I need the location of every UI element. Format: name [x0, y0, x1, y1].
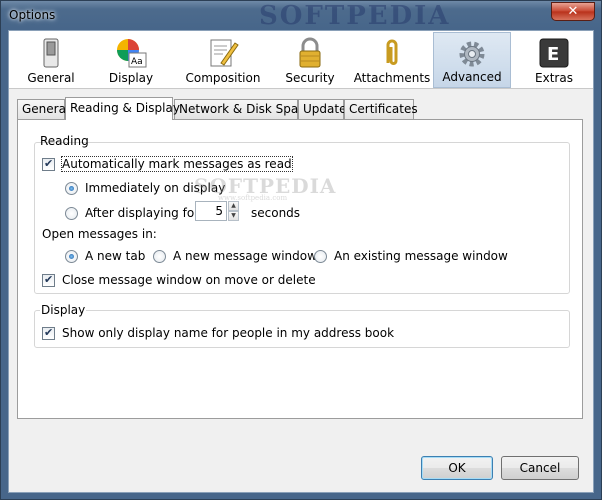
delay-seconds-input[interactable]: 5 — [195, 201, 227, 221]
tab-network-disk-space[interactable]: Network & Disk Space — [174, 99, 312, 119]
show-name-checkbox[interactable] — [42, 326, 55, 340]
show-name-label: Show only display name for people in my … — [62, 326, 395, 340]
extras-e-icon: E — [539, 38, 569, 68]
close-button[interactable]: ✕ — [551, 2, 595, 21]
pane-label: Display — [108, 71, 154, 85]
pane-general[interactable]: General — [13, 32, 89, 88]
open-new-window-radio[interactable] — [153, 250, 166, 263]
pane-extras[interactable]: E Extras — [515, 32, 593, 88]
pane-label: Extras — [535, 71, 573, 85]
cancel-button[interactable]: Cancel — [501, 456, 579, 480]
close-icon: ✕ — [567, 4, 579, 19]
pane-composition[interactable]: Composition — [177, 32, 269, 88]
tab-reading-display[interactable]: Reading & Display — [65, 97, 180, 120]
options-window: Options SOFTPEDIA ✕ General Aa Display C… — [0, 0, 602, 500]
softpedia-watermark-url: www.softpedia.com — [218, 194, 288, 202]
gear-icon — [459, 41, 485, 67]
spin-down-icon[interactable]: ▼ — [228, 211, 239, 221]
immediately-radio[interactable] — [65, 182, 78, 195]
svg-text:E: E — [547, 44, 559, 65]
paperclip-icon — [386, 39, 398, 65]
open-new-window-label: A new message window — [173, 249, 317, 263]
after-delay-radio[interactable] — [65, 207, 78, 220]
pane-display[interactable]: Aa Display — [93, 32, 169, 88]
open-existing-window-radio[interactable] — [314, 250, 327, 263]
pane-security[interactable]: Security — [271, 32, 349, 88]
tab-general[interactable]: General — [17, 99, 69, 119]
pane-toolbar: General Aa Display Composition Security … — [9, 31, 593, 89]
auto-mark-checkbox[interactable] — [42, 157, 55, 171]
pane-attachments[interactable]: Attachments — [349, 32, 435, 88]
open-existing-window-label: An existing message window — [334, 249, 508, 263]
open-new-tab-radio[interactable] — [65, 250, 78, 263]
tab-certificates[interactable]: Certificates — [344, 99, 418, 119]
window-title: Options — [9, 8, 56, 22]
display-group-heading: Display — [40, 303, 87, 317]
reading-group-heading: Reading — [40, 134, 89, 148]
pane-label: General — [27, 71, 75, 85]
delay-spinner[interactable]: ▲ ▼ — [228, 201, 239, 221]
tab-update[interactable]: Update — [298, 99, 346, 119]
lock-icon — [299, 37, 321, 68]
tab-panel-reading-display: Reading Automatically mark messages as r… — [17, 119, 583, 419]
pencil-paper-icon — [210, 39, 239, 67]
seconds-label: seconds — [251, 206, 301, 220]
close-window-checkbox[interactable] — [42, 273, 55, 287]
color-wheel-icon: Aa — [117, 39, 147, 68]
open-messages-heading: Open messages in: — [42, 227, 157, 241]
auto-mark-label: Automatically mark messages as read — [61, 156, 293, 172]
switch-icon — [43, 38, 59, 68]
pane-label: Advanced — [442, 70, 502, 84]
spin-up-icon[interactable]: ▲ — [228, 201, 239, 211]
after-delay-label: After displaying for — [85, 206, 200, 220]
pane-advanced[interactable]: Advanced — [433, 32, 511, 88]
pane-label: Security — [285, 71, 335, 85]
close-window-label: Close message window on move or delete — [62, 273, 316, 287]
title-bar[interactable]: Options SOFTPEDIA ✕ — [1, 1, 601, 31]
title-watermark: SOFTPEDIA — [259, 1, 451, 31]
dialog-client: General Aa Display Composition Security … — [8, 30, 594, 493]
tab-strip: General Reading & Display Network & Disk… — [17, 97, 587, 120]
pane-label: Attachments — [353, 71, 431, 85]
svg-text:Aa: Aa — [131, 57, 143, 67]
open-new-tab-label: A new tab — [85, 249, 146, 263]
pane-label: Composition — [185, 71, 261, 85]
ok-button[interactable]: OK — [421, 456, 493, 480]
